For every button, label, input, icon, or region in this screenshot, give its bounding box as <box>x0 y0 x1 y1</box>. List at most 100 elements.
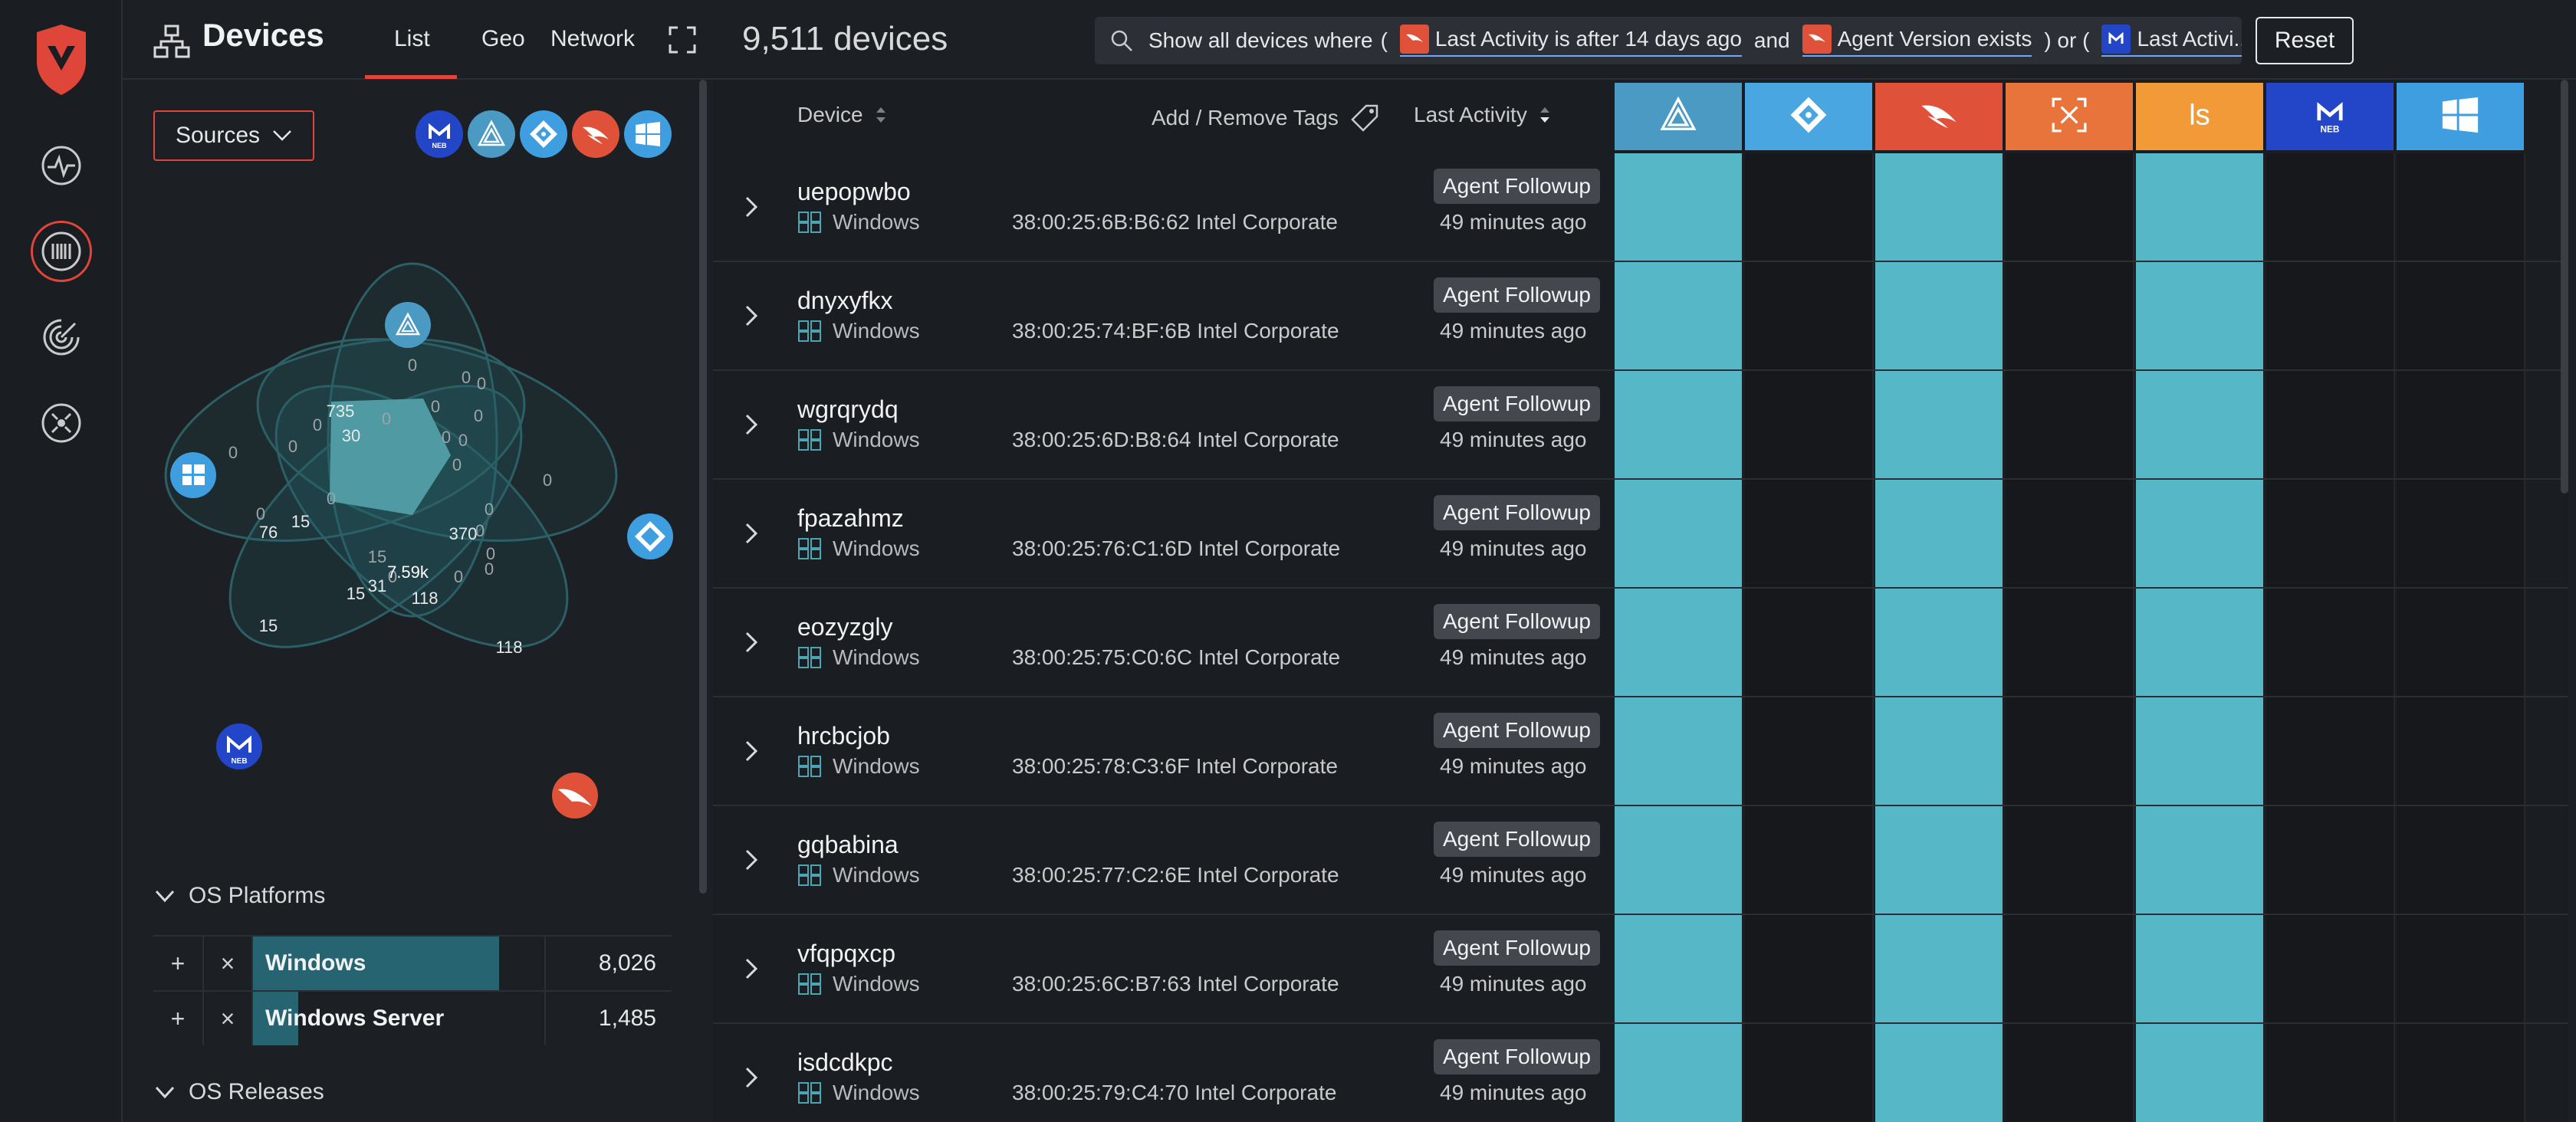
last-activity-column-header[interactable]: Last Activity <box>1414 103 1552 127</box>
table-row[interactable]: eozyzgly Windows 38:00:25:75:C0:6C Intel… <box>713 589 2568 697</box>
tag-badge[interactable]: Agent Followup <box>1434 277 1601 313</box>
tab-list[interactable]: List <box>394 26 430 52</box>
exclude-x-icon[interactable]: × <box>202 992 251 1045</box>
expand-icon[interactable] <box>669 26 696 54</box>
venn-azure-badge[interactable] <box>627 513 673 559</box>
query-chip-agent-version[interactable]: Agent Version exists <box>1802 25 2032 57</box>
device-name[interactable]: dnyxyfkx <box>797 287 892 315</box>
venn-crowdstrike-badge[interactable] <box>552 773 598 819</box>
device-name[interactable]: eozyzgly <box>797 613 893 641</box>
venn-label: 31 <box>368 576 386 595</box>
sources-dropdown[interactable]: Sources <box>153 110 314 161</box>
os-releases-header[interactable]: OS Releases <box>153 1079 324 1105</box>
source-column-malwarebytes-icon[interactable]: NEB <box>2266 83 2395 150</box>
panel-scrollbar[interactable] <box>699 80 707 894</box>
malwarebytes-icon[interactable]: NEB <box>416 110 463 158</box>
venn-label: 0 <box>408 356 417 375</box>
source-presence-cell <box>2397 371 2525 478</box>
table-row[interactable]: gqbabina Windows 38:00:25:77:C2:6E Intel… <box>713 806 2568 915</box>
table-row[interactable]: hrcbcjob Windows 38:00:25:78:C3:6F Intel… <box>713 697 2568 806</box>
tag-badge[interactable]: Agent Followup <box>1434 386 1601 422</box>
tag-badge[interactable]: Agent Followup <box>1434 169 1601 204</box>
mac-address: 38:00:25:75:C0:6C <box>1012 645 1193 669</box>
exclude-x-icon[interactable]: × <box>202 937 251 990</box>
crowdstrike-icon[interactable] <box>572 110 619 158</box>
page-header: Devices List Geo Network 9,511 devices S… <box>123 0 2576 80</box>
device-name[interactable]: uepopwbo <box>797 178 911 206</box>
windows-outline-icon <box>798 429 821 451</box>
tab-list-underline <box>365 75 457 79</box>
chevron-right-icon[interactable] <box>741 411 762 438</box>
tab-geo[interactable]: Geo <box>481 26 525 52</box>
query-bar[interactable]: Show all devices where ( Last Activity i… <box>1095 17 2242 64</box>
os-platforms-header[interactable]: OS Platforms <box>153 883 325 909</box>
query-chip-last-activity[interactable]: Last Activity is after 14 days ago <box>1399 25 1742 57</box>
page-title: Devices <box>202 17 324 53</box>
mac-address: 38:00:25:76:C1:6D <box>1012 536 1193 560</box>
device-os: Windows <box>797 754 920 779</box>
table-row[interactable]: vfqpqxcp Windows 38:00:25:6C:B7:63 Intel… <box>713 915 2568 1024</box>
device-count: 9,511 devices <box>742 20 948 57</box>
os-bar-wrap[interactable]: Windows Server <box>251 992 546 1045</box>
windows-icon[interactable] <box>624 110 672 158</box>
tag-badge[interactable]: Agent Followup <box>1434 495 1601 530</box>
windows-outline-icon <box>798 864 821 886</box>
table-row[interactable]: isdcdkpc Windows 38:00:25:79:C4:70 Intel… <box>713 1024 2568 1122</box>
chevron-right-icon[interactable] <box>741 955 762 983</box>
include-plus-icon[interactable]: + <box>153 937 202 990</box>
tag-badge[interactable]: Agent Followup <box>1434 930 1601 966</box>
device-name[interactable]: hrcbcjob <box>797 722 890 750</box>
aws-icon[interactable] <box>468 110 515 158</box>
source-column-aws-icon[interactable] <box>1615 83 1743 150</box>
radar-icon[interactable] <box>31 307 92 368</box>
table-row[interactable]: dnyxyfkx Windows 38:00:25:74:BF:6B Intel… <box>713 262 2568 371</box>
source-presence-cell <box>2136 371 2265 478</box>
chevron-right-icon[interactable] <box>741 846 762 874</box>
device-name[interactable]: fpazahmz <box>797 504 904 533</box>
chevron-right-icon[interactable] <box>741 520 762 547</box>
include-plus-icon[interactable]: + <box>153 992 202 1045</box>
source-column-azure-icon[interactable] <box>1745 83 1874 150</box>
table-row[interactable]: uepopwbo Windows 38:00:25:6B:B6:62 Intel… <box>713 153 2568 262</box>
chevron-right-icon[interactable] <box>741 628 762 656</box>
device-name[interactable]: isdcdkpc <box>797 1048 893 1077</box>
activity-icon[interactable] <box>31 135 92 196</box>
tags-column-header[interactable]: Add / Remove Tags <box>1152 103 1380 133</box>
nav-rail <box>0 0 123 1122</box>
integrations-icon[interactable] <box>31 392 92 454</box>
tag-badge[interactable]: Agent Followup <box>1434 1039 1601 1074</box>
source-column-crowdstrike-icon[interactable] <box>1875 83 2004 150</box>
query-chip-last-activity-2[interactable]: Last Activi... <box>2101 25 2242 57</box>
os-label: Windows <box>265 950 366 976</box>
tag-badge[interactable]: Agent Followup <box>1434 822 1601 857</box>
table-row[interactable]: fpazahmz Windows 38:00:25:76:C1:6D Intel… <box>713 480 2568 589</box>
chevron-right-icon[interactable] <box>741 1064 762 1091</box>
tag-badge[interactable]: Agent Followup <box>1434 713 1601 748</box>
venn-windows-badge[interactable] <box>170 452 216 498</box>
chevron-right-icon[interactable] <box>741 737 762 765</box>
source-column-logstash-icon[interactable]: ls <box>2136 83 2265 150</box>
chevron-right-icon[interactable] <box>741 302 762 330</box>
device-name[interactable]: wgrqrydq <box>797 395 899 424</box>
chevron-right-icon[interactable] <box>741 193 762 221</box>
device-name[interactable]: vfqpqxcp <box>797 940 895 968</box>
os-label: Windows Server <box>265 1006 445 1031</box>
devices-barcode-icon[interactable] <box>31 221 92 282</box>
mac-address: 38:00:25:6C:B7:63 <box>1012 972 1191 996</box>
tag-badge[interactable]: Agent Followup <box>1434 604 1601 639</box>
device-name[interactable]: gqbabina <box>797 831 899 859</box>
venn-malwarebytes-badge[interactable]: NEB <box>216 723 262 769</box>
table-scrollbar[interactable] <box>2561 80 2568 494</box>
azure-icon[interactable] <box>520 110 567 158</box>
reset-button[interactable]: Reset <box>2256 17 2354 64</box>
source-column-windows-icon[interactable] <box>2397 83 2525 150</box>
venn-aws-badge[interactable] <box>385 302 431 348</box>
device-column-header[interactable]: Device <box>797 103 888 127</box>
table-row[interactable]: wgrqrydq Windows 38:00:25:6D:B8:64 Intel… <box>713 371 2568 480</box>
source-column-forescout-icon[interactable] <box>2006 83 2134 150</box>
source-presence-cell <box>1615 262 1743 369</box>
source-presence-cell <box>1745 371 1874 478</box>
os-bar-wrap[interactable]: Windows <box>251 937 546 990</box>
tab-network[interactable]: Network <box>550 26 635 52</box>
logo-icon[interactable] <box>31 23 92 97</box>
